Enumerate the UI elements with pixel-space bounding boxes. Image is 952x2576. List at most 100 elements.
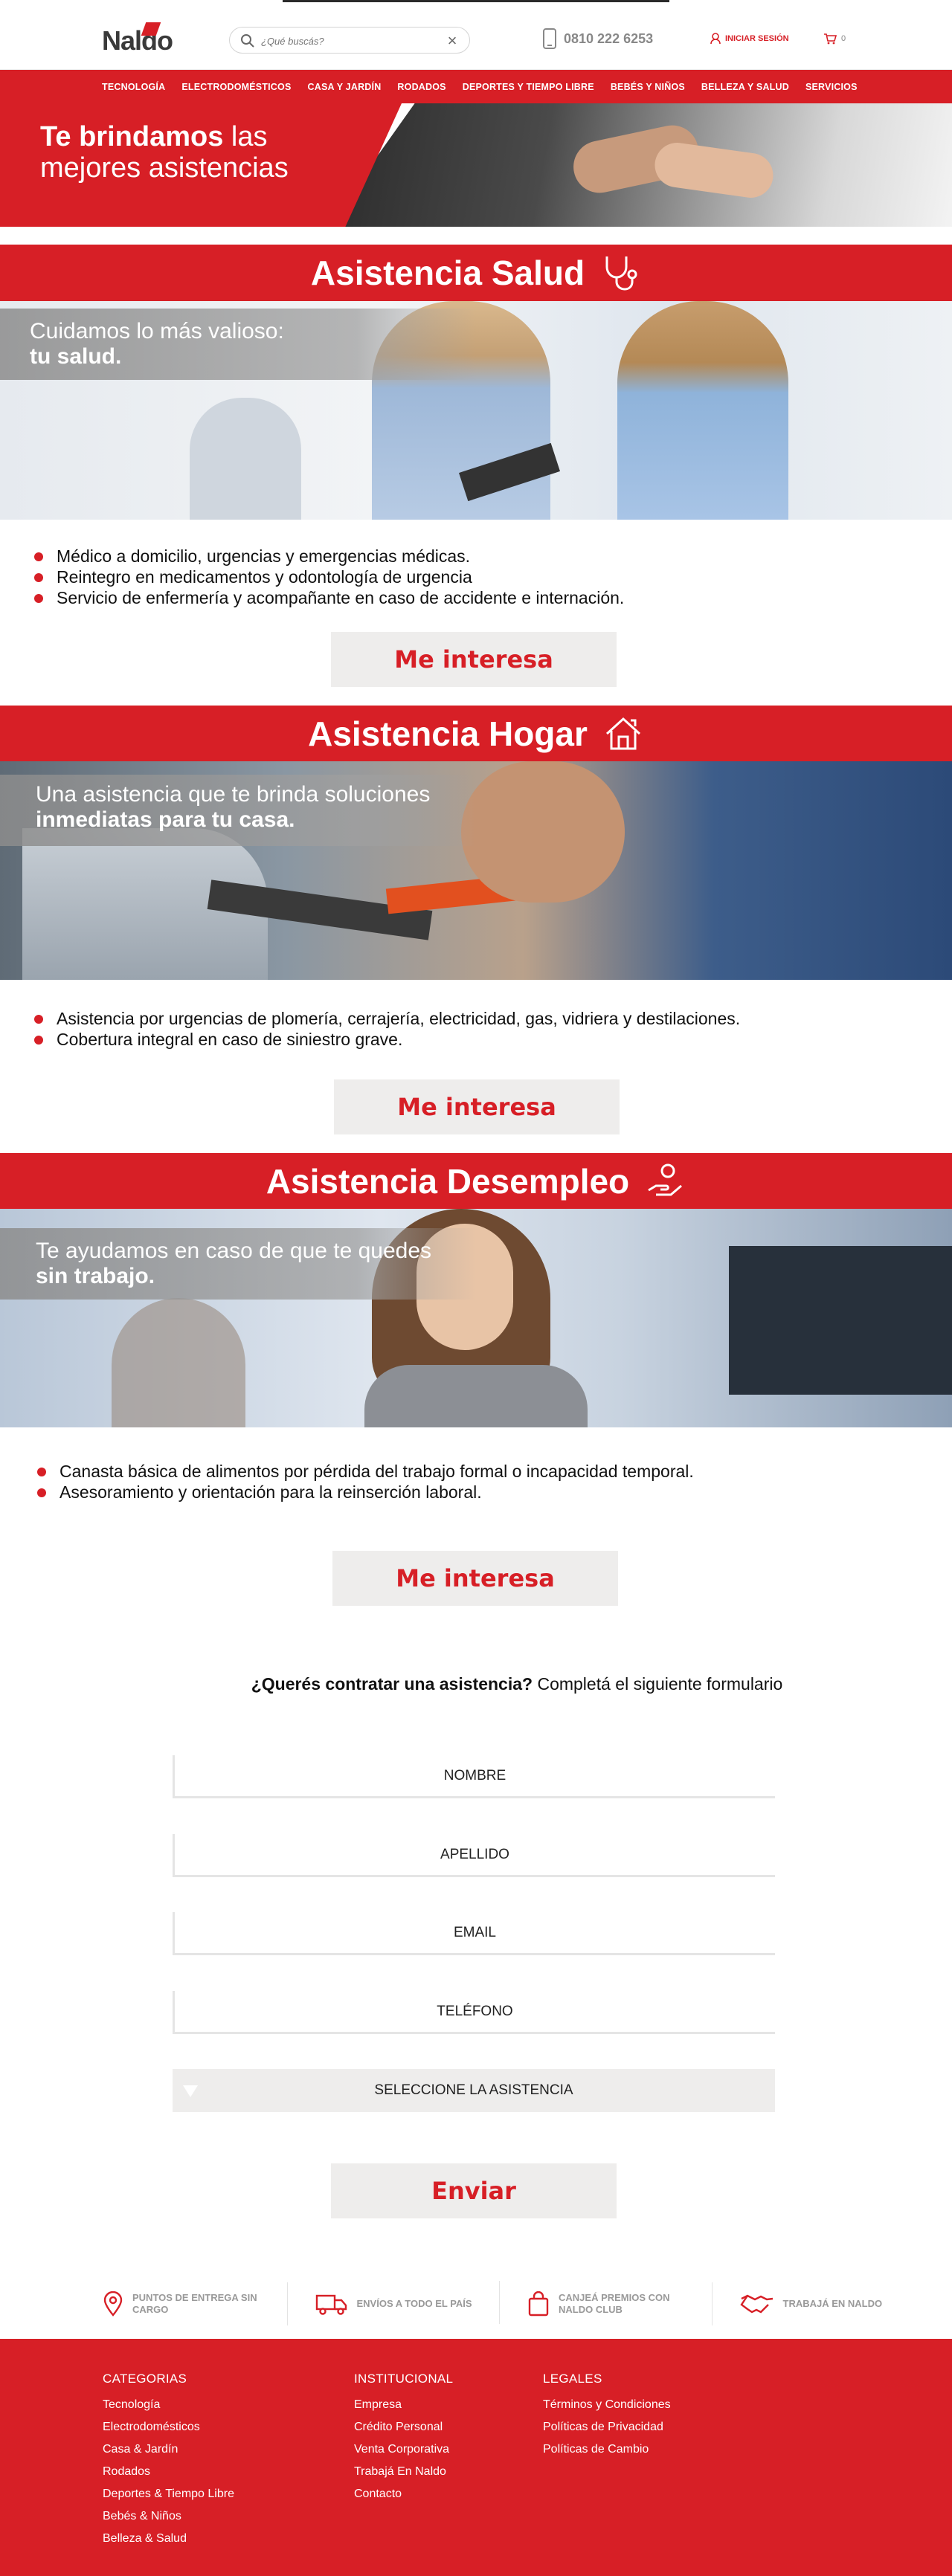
footer-heading: LEGALES <box>543 2372 602 2386</box>
desempleo-caption: Te ayudamos en caso de que te quedes sin… <box>36 1239 432 1288</box>
hero-title: Te brindamos las mejores asistencias <box>40 121 289 184</box>
benefit-trabaja[interactable]: TRABAJÁ EN NALDO <box>711 2282 952 2325</box>
desempleo-benefits-list: Canasta básica de alimentos por pérdida … <box>37 1461 694 1502</box>
footer-link[interactable]: Deportes & Tiempo Libre <box>103 2483 234 2505</box>
hero-banner: Te brindamos las mejores asistencias <box>0 103 952 227</box>
footer-col-institucional: INSTITUCIONAL Empresa Crédito Personal V… <box>354 2372 453 2505</box>
footer-link[interactable]: Tecnología <box>103 2394 234 2416</box>
select-label: SELECCIONE LA ASISTENCIA <box>374 2082 573 2098</box>
nav-item-bebes[interactable]: BEBÉS Y NIÑOS <box>611 82 685 92</box>
list-item: Médico a domicilio, urgencias y emergenc… <box>34 546 624 566</box>
footer-link[interactable]: Belleza & Salud <box>103 2528 234 2550</box>
enviar-button[interactable]: Enviar <box>331 2163 617 2218</box>
cart-button[interactable]: 0 <box>823 33 846 45</box>
footer-link[interactable]: Trabajá En Naldo <box>354 2461 453 2483</box>
search-input[interactable] <box>261 32 440 50</box>
footer-col-legales: LEGALES Términos y Condiciones Políticas… <box>543 2372 671 2461</box>
section-heading: Asistencia Salud <box>310 254 585 292</box>
form-lead: ¿Querés contratar una asistencia? Comple… <box>251 1674 783 1694</box>
list-item: Cobertura integral en caso de siniestro … <box>34 1029 740 1050</box>
list-item: Servicio de enfermería y acompañante en … <box>34 587 624 608</box>
location-pin-icon <box>103 2291 123 2317</box>
handshake-photo <box>327 103 952 227</box>
search-icon[interactable] <box>240 33 255 48</box>
header-top-line <box>283 0 669 2</box>
login-label: INICIAR SESIÓN <box>725 34 789 43</box>
search-box: × <box>229 27 470 54</box>
section-heading: Asistencia Hogar <box>308 714 588 753</box>
section-title-salud: Asistencia Salud <box>0 245 952 301</box>
naldo-logo[interactable]: Naldo <box>102 22 184 57</box>
salud-benefits-list: Médico a domicilio, urgencias y emergenc… <box>34 546 624 608</box>
footer-link[interactable]: Términos y Condiciones <box>543 2394 671 2416</box>
cart-count: 0 <box>841 34 846 43</box>
footer-link[interactable]: Crédito Personal <box>354 2416 453 2438</box>
list-item: Asistencia por urgencias de plomería, ce… <box>34 1008 740 1029</box>
section-title-hogar: Asistencia Hogar <box>0 706 952 762</box>
benefit-text: PUNTOS DE ENTREGA SIN CARGO <box>132 2292 257 2315</box>
section-heading: Asistencia Desempleo <box>266 1162 630 1201</box>
footer-heading: INSTITUCIONAL <box>354 2372 454 2386</box>
user-icon <box>710 33 721 45</box>
me-interesa-salud-button[interactable]: Me interesa <box>331 632 617 687</box>
salud-caption: Cuidamos lo más valioso: tu salud. <box>30 319 284 369</box>
salud-photo: Cuidamos lo más valioso: tu salud. <box>0 301 952 520</box>
section-title-desempleo: Asistencia Desempleo <box>0 1153 952 1210</box>
footer-link[interactable]: Bebés & Niños <box>103 2505 234 2528</box>
benefits-strip: PUNTOS DE ENTREGA SIN CARGO ENVÍOS A TOD… <box>0 2269 952 2339</box>
asistencia-select[interactable]: SELECCIONE LA ASISTENCIA <box>173 2069 775 2112</box>
nav-item-electrodomesticos[interactable]: ELECTRODOMÉSTICOS <box>181 82 291 92</box>
hand-care-icon <box>648 1163 683 1196</box>
header: Naldo × 0810 222 6253 INICIAR SESIÓN 0 <box>0 0 952 70</box>
hogar-photo: Una asistencia que te brinda soluciones … <box>0 761 952 980</box>
footer-link[interactable]: Contacto <box>354 2483 453 2505</box>
list-item: Canasta básica de alimentos por pérdida … <box>37 1461 694 1482</box>
close-icon[interactable]: × <box>444 33 460 49</box>
nav-item-belleza[interactable]: BELLEZA Y SALUD <box>701 82 789 92</box>
footer-heading: CATEGORIAS <box>103 2372 187 2386</box>
cart-icon <box>824 33 837 45</box>
benefit-text: CANJEÁ PREMIOS CON NALDO CLUB <box>559 2292 670 2315</box>
telefono-field[interactable]: TELÉFONO <box>173 1991 775 2034</box>
benefit-naldo-club[interactable]: CANJEÁ PREMIOS CON NALDO CLUB <box>499 2281 740 2324</box>
list-item: Reintegro en medicamentos y odontología … <box>34 566 624 587</box>
nav-item-servicios[interactable]: SERVICIOS <box>805 82 858 92</box>
email-field[interactable]: EMAIL <box>173 1912 775 1955</box>
handshake-icon <box>739 2294 773 2314</box>
footer-col-categorias: CATEGORIAS Tecnología Electrodomésticos … <box>103 2372 234 2550</box>
nombre-field[interactable]: NOMBRE <box>173 1755 775 1798</box>
nav-item-rodados[interactable]: RODADOS <box>397 82 446 92</box>
hogar-caption: Una asistencia que te brinda soluciones … <box>36 782 431 832</box>
benefit-puntos-entrega[interactable]: PUNTOS DE ENTREGA SIN CARGO <box>103 2291 315 2317</box>
login-link[interactable]: INICIAR SESIÓN <box>710 33 789 45</box>
phone-contact[interactable]: 0810 222 6253 <box>543 27 653 51</box>
footer-link[interactable]: Venta Corporativa <box>354 2438 453 2461</box>
footer-link[interactable]: Políticas de Privacidad <box>543 2416 671 2438</box>
stethoscope-icon <box>605 256 637 291</box>
nav-item-casa-jardin[interactable]: CASA Y JARDÍN <box>308 82 382 92</box>
home-icon <box>605 717 640 750</box>
footer-link[interactable]: Políticas de Cambio <box>543 2438 671 2461</box>
nav-item-tecnologia[interactable]: TECNOLOGÍA <box>102 82 165 92</box>
logo-text: Naldo <box>102 25 173 56</box>
hogar-benefits-list: Asistencia por urgencias de plomería, ce… <box>34 1008 740 1050</box>
apellido-field[interactable]: APELLIDO <box>173 1834 775 1877</box>
footer-link[interactable]: Electrodomésticos <box>103 2416 234 2438</box>
truck-icon <box>315 2294 347 2315</box>
chevron-down-icon <box>183 2085 198 2097</box>
footer-link[interactable]: Casa & Jardín <box>103 2438 234 2461</box>
footer-link[interactable]: Rodados <box>103 2461 234 2483</box>
benefit-text: TRABAJÁ EN NALDO <box>782 2298 883 2309</box>
footer-link[interactable]: Empresa <box>354 2394 453 2416</box>
benefit-text: ENVÍOS A TODO EL PAÍS <box>356 2298 472 2309</box>
page: Naldo × 0810 222 6253 INICIAR SESIÓN 0 T… <box>0 0 952 2576</box>
me-interesa-desempleo-button[interactable]: Me interesa <box>332 1551 618 1606</box>
desempleo-photo: Te ayudamos en caso de que te quedes sin… <box>0 1209 952 1427</box>
me-interesa-hogar-button[interactable]: Me interesa <box>334 1079 620 1134</box>
benefit-envios[interactable]: ENVÍOS A TODO EL PAÍS <box>286 2282 528 2325</box>
category-nav: TECNOLOGÍA ELECTRODOMÉSTICOS CASA Y JARD… <box>0 70 952 103</box>
list-item: Asesoramiento y orientación para la rein… <box>37 1482 694 1502</box>
shopping-bag-icon <box>528 2291 549 2317</box>
nav-item-deportes[interactable]: DEPORTES Y TIEMPO LIBRE <box>463 82 594 92</box>
phone-icon <box>543 28 556 49</box>
